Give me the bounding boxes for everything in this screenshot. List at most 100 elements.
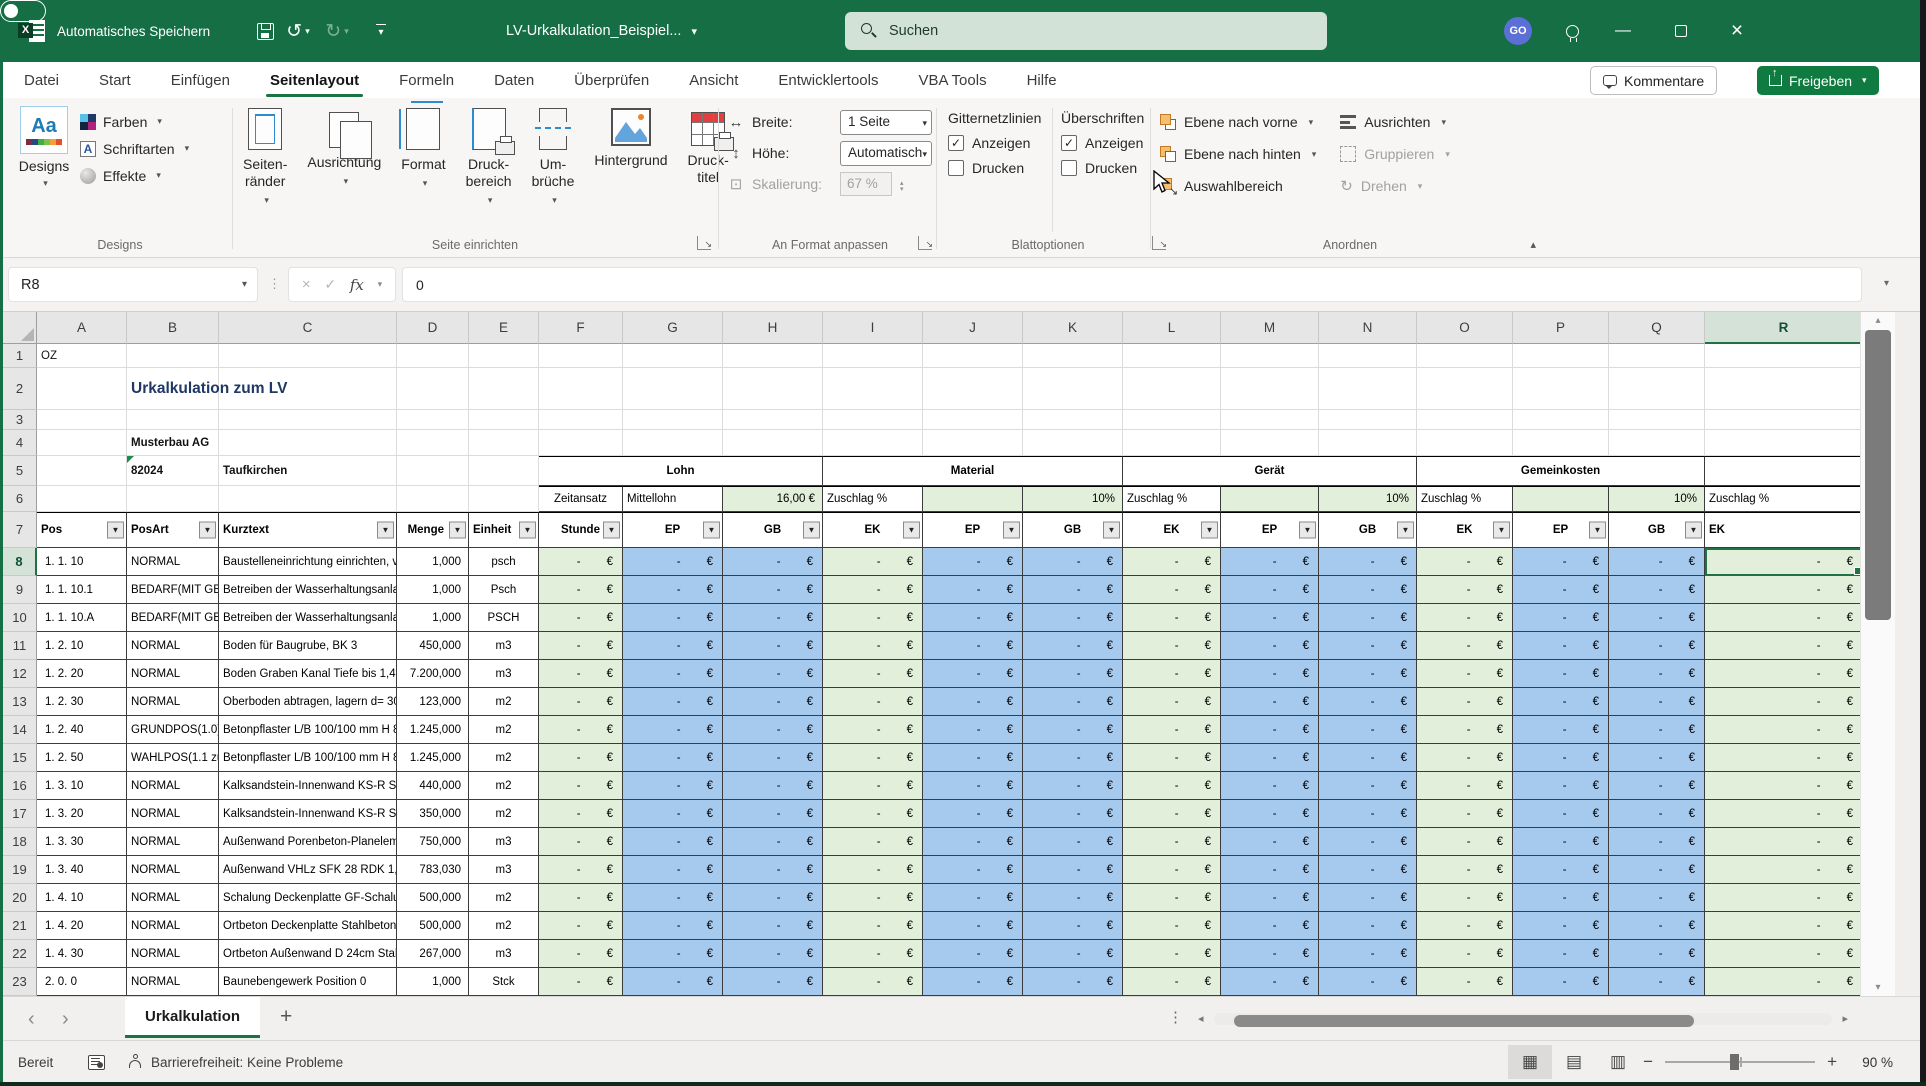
row-header-7[interactable]: 7 <box>3 512 37 548</box>
cell-J14[interactable]: -€ <box>923 716 1023 744</box>
cell-D13[interactable]: 123,000 <box>397 688 469 716</box>
tab-scroll-splitter-icon[interactable]: ⋮ <box>1168 1008 1183 1026</box>
cell-C16[interactable]: Kalksandstein-Innenwand KS-R SFK <box>219 772 397 800</box>
ribbon-tab-daten[interactable]: Daten <box>492 65 536 96</box>
cancel-icon[interactable]: × <box>302 276 311 293</box>
cell-B21[interactable]: NORMAL <box>127 912 219 940</box>
cell-L14[interactable]: -€ <box>1123 716 1221 744</box>
avatar[interactable]: GO <box>1504 17 1532 45</box>
cell-M23[interactable]: -€ <box>1221 968 1319 996</box>
group-header-next[interactable] <box>1705 456 1860 486</box>
cell-N19[interactable]: -€ <box>1319 856 1417 884</box>
cell-N16[interactable]: -€ <box>1319 772 1417 800</box>
cell-B22[interactable]: NORMAL <box>127 940 219 968</box>
cell-N3[interactable] <box>1319 410 1417 430</box>
cell-H1[interactable] <box>723 344 823 368</box>
cell-N1[interactable] <box>1319 344 1417 368</box>
cell-C3[interactable] <box>219 410 397 430</box>
auswahlbereich-button[interactable]: Auswahlbereich <box>1160 174 1316 198</box>
cell-N6[interactable]: 10% <box>1319 486 1417 512</box>
cell-G7[interactable]: EP▼ <box>623 512 723 548</box>
cell-H10[interactable]: -€ <box>723 604 823 632</box>
row-header-3[interactable]: 3 <box>3 410 37 430</box>
row-header-21[interactable]: 21 <box>3 912 37 940</box>
cell-I22[interactable]: -€ <box>823 940 923 968</box>
redo-button[interactable]: ↻▾ <box>322 0 352 62</box>
column-header-G[interactable]: G <box>623 312 723 344</box>
cell-Q7[interactable]: GB▼ <box>1609 512 1705 548</box>
cell-B17[interactable]: NORMAL <box>127 800 219 828</box>
formula-input[interactable]: 0 <box>402 267 1862 302</box>
cell-N22[interactable]: -€ <box>1319 940 1417 968</box>
cell-K20[interactable]: -€ <box>1023 884 1123 912</box>
row-header-23[interactable]: 23 <box>3 968 37 996</box>
cell-N18[interactable]: -€ <box>1319 828 1417 856</box>
cell-E11[interactable]: m3 <box>469 632 539 660</box>
cell-E18[interactable]: m3 <box>469 828 539 856</box>
cell-C7[interactable]: Kurztext▼ <box>219 512 397 548</box>
cell-K1[interactable] <box>1023 344 1123 368</box>
row-header-9[interactable]: 9 <box>3 576 37 604</box>
breite-select[interactable]: 1 Seite▾ <box>840 110 932 135</box>
excel-logo-icon[interactable]: X <box>18 0 48 62</box>
cell-A5[interactable] <box>37 456 127 486</box>
cell-E19[interactable]: m3 <box>469 856 539 884</box>
effekte-button[interactable]: Effekte▾ <box>80 162 189 189</box>
cell-K7[interactable]: GB▼ <box>1023 512 1123 548</box>
cell-C21[interactable]: Ortbeton Deckenplatte Stahlbeton C <box>219 912 397 940</box>
cell-P9[interactable]: -€ <box>1513 576 1609 604</box>
cell-A11[interactable]: 1. 2. 10 <box>37 632 127 660</box>
cell-P1[interactable] <box>1513 344 1609 368</box>
cell-N11[interactable]: -€ <box>1319 632 1417 660</box>
schriftarten-button[interactable]: ASchriftarten▾ <box>80 135 189 162</box>
cell-I15[interactable]: -€ <box>823 744 923 772</box>
cell-H14[interactable]: -€ <box>723 716 823 744</box>
cell-H3[interactable] <box>723 410 823 430</box>
cell-C10[interactable]: Betreiben der Wasserhaltungsanlag <box>219 604 397 632</box>
cell-A18[interactable]: 1. 3. 30 <box>37 828 127 856</box>
cell-C14[interactable]: Betonpflaster L/B 100/100 mm H 80 <box>219 716 397 744</box>
cell-M22[interactable]: -€ <box>1221 940 1319 968</box>
cell-D19[interactable]: 783,030 <box>397 856 469 884</box>
cell-P4[interactable] <box>1513 430 1609 456</box>
cell-P17[interactable]: -€ <box>1513 800 1609 828</box>
cell-F3[interactable] <box>539 410 623 430</box>
cell-K18[interactable]: -€ <box>1023 828 1123 856</box>
scroll-up-icon[interactable]: ▴ <box>1861 315 1895 326</box>
cell-R9[interactable]: -€ <box>1705 576 1860 604</box>
cell-Q17[interactable]: -€ <box>1609 800 1705 828</box>
cell-F19[interactable]: -€ <box>539 856 623 884</box>
cell-A7[interactable]: Pos▼ <box>37 512 127 548</box>
row-header-14[interactable]: 14 <box>3 716 37 744</box>
cell-F12[interactable]: -€ <box>539 660 623 688</box>
filter-button-GB-K[interactable]: ▼ <box>1103 522 1120 539</box>
cell-H13[interactable]: -€ <box>723 688 823 716</box>
cell-F10[interactable]: -€ <box>539 604 623 632</box>
ribbon-tab-start[interactable]: Start <box>97 65 133 96</box>
cell-D21[interactable]: 500,000 <box>397 912 469 940</box>
row-header-1[interactable]: 1 <box>3 344 37 368</box>
cell-H20[interactable]: -€ <box>723 884 823 912</box>
cell-R17[interactable]: -€ <box>1705 800 1860 828</box>
cell-O23[interactable]: -€ <box>1417 968 1513 996</box>
cell-E15[interactable]: m2 <box>469 744 539 772</box>
cell-O19[interactable]: -€ <box>1417 856 1513 884</box>
cell-J19[interactable]: -€ <box>923 856 1023 884</box>
row-header-11[interactable]: 11 <box>3 632 37 660</box>
column-header-R[interactable]: R <box>1705 312 1860 344</box>
cell-G4[interactable] <box>623 430 723 456</box>
cell-G10[interactable]: -€ <box>623 604 723 632</box>
ausrichten-button[interactable]: Ausrichten▾ <box>1340 110 1450 134</box>
cell-I1[interactable] <box>823 344 923 368</box>
horizontal-scroll-thumb[interactable] <box>1234 1015 1694 1027</box>
cell-B11[interactable]: NORMAL <box>127 632 219 660</box>
cell-N15[interactable]: -€ <box>1319 744 1417 772</box>
row-header-17[interactable]: 17 <box>3 800 37 828</box>
cell-F13[interactable]: -€ <box>539 688 623 716</box>
cell-M9[interactable]: -€ <box>1221 576 1319 604</box>
cell-I12[interactable]: -€ <box>823 660 923 688</box>
cell-I20[interactable]: -€ <box>823 884 923 912</box>
cell-M12[interactable]: -€ <box>1221 660 1319 688</box>
cell-E8[interactable]: psch <box>469 548 539 576</box>
sheet-nav-prev-icon[interactable]: ‹ <box>28 997 35 1041</box>
